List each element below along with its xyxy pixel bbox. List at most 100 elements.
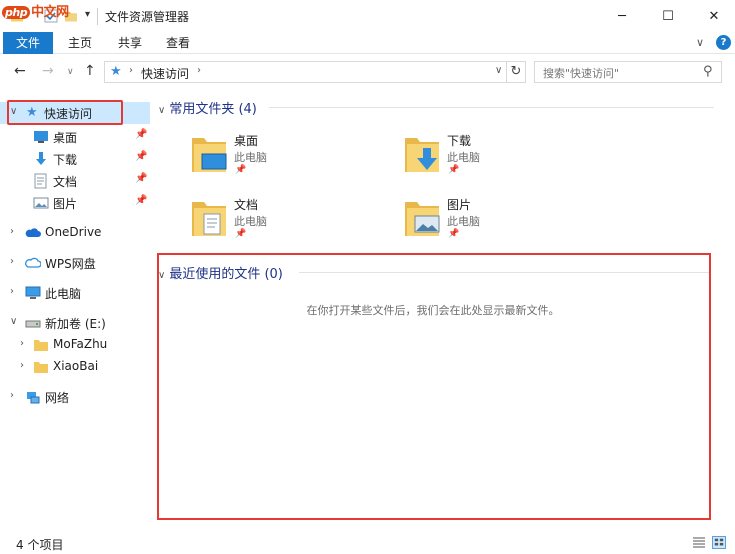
chevron-right-icon[interactable]: › xyxy=(10,286,14,297)
group-header-frequent[interactable]: ∨ 常用文件夹 (4) xyxy=(158,98,257,117)
tab-share[interactable]: 共享 xyxy=(110,32,150,54)
help-icon[interactable]: ? xyxy=(716,35,731,50)
chevron-down-icon[interactable]: ∨ xyxy=(696,36,704,49)
nav-item-label: 新加卷 (E:) xyxy=(45,317,106,331)
nav-item-label: OneDrive xyxy=(45,225,102,239)
download-folder-icon xyxy=(405,138,439,172)
highlight-box xyxy=(157,253,711,520)
nav-item-documents[interactable]: 文档 📌 xyxy=(0,170,150,192)
nav-item-desktop[interactable]: 桌面 📌 xyxy=(0,126,150,148)
nav-item-pictures[interactable]: 图片 📌 xyxy=(0,192,150,214)
tab-home[interactable]: 主页 xyxy=(60,32,100,54)
nav-item-xiaobai[interactable]: › XiaoBai xyxy=(0,356,150,378)
title-bar: ▾ 文件资源管理器 ─ ☐ ✕ xyxy=(0,0,735,32)
window-title: 文件资源管理器 xyxy=(105,10,190,24)
document-icon xyxy=(34,173,47,189)
folder-location: 此电脑 xyxy=(447,151,480,164)
navigation-pane: ∨ ★ 快速访问 桌面 📌 下载 📌 文档 📌 图片 📌 › OneDrive … xyxy=(0,94,153,524)
pin-icon[interactable]: 📌 xyxy=(235,165,246,175)
folder-tile-downloads[interactable]: 下载 此电脑 📌 xyxy=(403,130,603,186)
folder-location: 此电脑 xyxy=(447,215,480,228)
nav-item-label: 文档 xyxy=(53,175,78,189)
folder-tile-documents[interactable]: 文档 此电脑 📌 xyxy=(190,194,390,250)
chevron-right-icon[interactable]: › xyxy=(129,65,133,76)
nav-item-downloads[interactable]: 下载 📌 xyxy=(0,148,150,170)
pin-icon[interactable]: 📌 xyxy=(448,229,459,239)
pin-icon[interactable]: 📌 xyxy=(135,173,147,184)
nav-item-wps-cloud[interactable]: › WPS网盘 xyxy=(0,252,150,274)
address-path[interactable]: 快速访问 xyxy=(141,65,189,82)
details-view-icon[interactable] xyxy=(692,536,706,549)
nav-item-label: MoFaZhu xyxy=(53,337,108,351)
chevron-right-icon[interactable]: › xyxy=(10,256,14,267)
close-button[interactable]: ✕ xyxy=(691,0,735,32)
drive-icon xyxy=(25,320,41,328)
pin-icon[interactable]: 📌 xyxy=(135,195,147,206)
nav-item-label: 此电脑 xyxy=(45,287,82,301)
chevron-right-icon[interactable]: › xyxy=(197,65,201,76)
watermark-logo: php 中文网 xyxy=(2,1,69,20)
ribbon-tabs: 文件 主页 共享 查看 ∨ ? xyxy=(0,32,735,54)
nav-item-label: 图片 xyxy=(53,197,78,211)
chevron-down-icon[interactable]: ∨ xyxy=(495,65,502,76)
back-arrow-icon[interactable]: ← xyxy=(14,63,26,79)
network-icon xyxy=(27,392,40,404)
computer-icon xyxy=(25,286,41,299)
desktop-icon xyxy=(34,131,48,143)
folder-name: 下载 xyxy=(447,134,472,148)
star-icon: ★ xyxy=(110,64,122,79)
desktop-folder-icon xyxy=(192,138,227,172)
chevron-down-icon[interactable]: ∨ xyxy=(158,105,165,116)
folder-location: 此电脑 xyxy=(234,215,267,228)
chevron-right-icon[interactable]: › xyxy=(20,338,24,349)
item-count: 4 个项目 xyxy=(16,538,64,552)
forward-arrow-icon[interactable]: → xyxy=(42,63,54,79)
download-icon xyxy=(36,152,46,165)
status-bar: 4 个项目 xyxy=(0,531,735,554)
tab-file[interactable]: 文件 xyxy=(3,32,53,54)
address-toolbar: ← → ∨ ↑ ★ › 快速访问 › ∨ ↻ 搜索"快速访问" ⚲ xyxy=(0,57,735,87)
up-arrow-icon[interactable]: ↑ xyxy=(84,63,96,79)
highlight-box xyxy=(7,100,123,125)
chevron-right-icon[interactable]: › xyxy=(10,390,14,401)
chevron-right-icon[interactable]: › xyxy=(20,360,24,371)
folder-icon xyxy=(34,340,48,351)
pin-icon[interactable]: 📌 xyxy=(448,165,459,175)
nav-item-label: 网络 xyxy=(45,391,70,405)
picture-folder-icon xyxy=(405,202,440,236)
nav-item-label: WPS网盘 xyxy=(45,257,96,271)
nav-item-label: XiaoBai xyxy=(53,359,99,373)
divider xyxy=(97,8,98,25)
folder-name: 文档 xyxy=(234,198,259,212)
nav-item-drive-e[interactable]: ∨ 新加卷 (E:) xyxy=(0,312,150,334)
search-icon[interactable]: ⚲ xyxy=(703,64,713,79)
refresh-icon[interactable]: ↻ xyxy=(507,61,526,83)
folder-location: 此电脑 xyxy=(234,151,267,164)
folder-name: 桌面 xyxy=(234,134,259,148)
nav-item-network[interactable]: › 网络 xyxy=(0,386,150,408)
search-placeholder: 搜索"快速访问" xyxy=(543,67,620,80)
picture-icon xyxy=(33,197,49,209)
nav-item-this-pc[interactable]: › 此电脑 xyxy=(0,282,150,304)
recent-locations-icon[interactable]: ∨ xyxy=(67,67,74,77)
maximize-button[interactable]: ☐ xyxy=(645,0,691,32)
large-icons-view-icon[interactable] xyxy=(712,536,726,549)
nav-item-label: 下载 xyxy=(53,153,78,167)
pin-icon[interactable]: 📌 xyxy=(235,229,246,239)
cloud-icon xyxy=(25,228,41,237)
search-input[interactable]: 搜索"快速访问" ⚲ xyxy=(534,61,722,83)
folder-tile-pictures[interactable]: 图片 此电脑 📌 xyxy=(403,194,603,250)
wps-cloud-icon xyxy=(25,257,41,268)
minimize-button[interactable]: ─ xyxy=(599,0,645,32)
chevron-down-icon[interactable]: ∨ xyxy=(10,316,17,327)
divider xyxy=(269,107,714,108)
nav-item-mofazhu[interactable]: › MoFaZhu xyxy=(0,334,150,356)
tab-view[interactable]: 查看 xyxy=(158,32,198,54)
address-bar[interactable]: ★ › 快速访问 › ∨ xyxy=(104,61,507,83)
pin-icon[interactable]: 📌 xyxy=(135,129,147,140)
nav-item-label: 桌面 xyxy=(53,131,78,145)
folder-tile-desktop[interactable]: 桌面 此电脑 📌 xyxy=(190,130,390,186)
chevron-right-icon[interactable]: › xyxy=(10,226,14,237)
nav-item-onedrive[interactable]: › OneDrive xyxy=(0,222,150,244)
pin-icon[interactable]: 📌 xyxy=(135,151,147,162)
